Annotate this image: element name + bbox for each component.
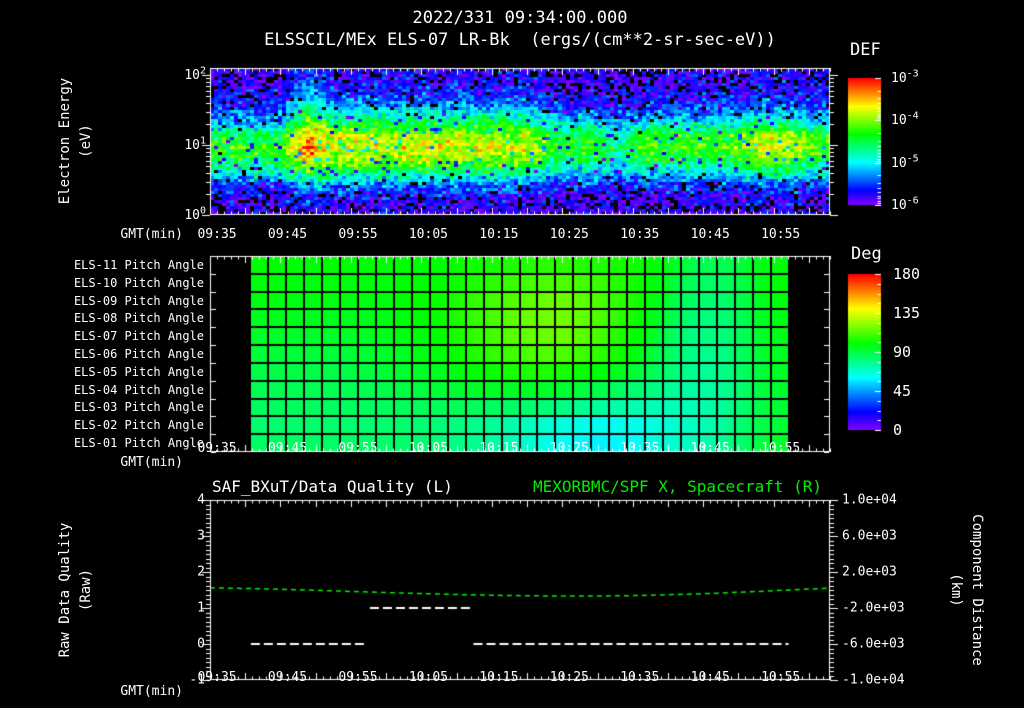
x-tick-label: 10:45 bbox=[690, 227, 730, 242]
pitch-row-label: ELS-01 Pitch Angle bbox=[73, 436, 204, 451]
x-tick-label: 10:05 bbox=[408, 441, 448, 456]
plot-screen: 2022/331 09:34:00.000 ELSSCIL/MEx ELS-07… bbox=[0, 0, 1024, 708]
energy-axis-label-line2: (eV) bbox=[78, 124, 94, 158]
x-tick-label: 09:45 bbox=[267, 227, 308, 242]
def-tick-label: 10-4 bbox=[891, 110, 919, 129]
page-subtitle: ELSSCIL/MEx ELS-07 LR-Bk (ergs/(cm**2-sr… bbox=[264, 30, 776, 50]
distance-tick-label: -2.0e+03 bbox=[842, 600, 905, 616]
deg-tick-label: 135 bbox=[893, 304, 921, 322]
distance-axis-label-line1: Component Distance bbox=[969, 514, 985, 666]
quality-axis-label-line1: Raw Data Quality bbox=[57, 522, 73, 658]
x-tick-label: 10:25 bbox=[549, 670, 589, 685]
timeseries-title-left: SAF_BXuT/Data Quality (L) bbox=[212, 477, 453, 496]
quality-tick-label: 1 bbox=[197, 600, 205, 616]
quality-tick-label: 2 bbox=[197, 564, 205, 580]
x-tick-label: 09:45 bbox=[267, 441, 308, 456]
distance-tick-label: 2.0e+03 bbox=[842, 564, 897, 580]
x-tick-label: 10:15 bbox=[479, 441, 519, 456]
distance-tick-label: -1.0e+04 bbox=[842, 672, 905, 688]
quality-tick-label: 4 bbox=[197, 492, 205, 508]
pitch-row-label: ELS-04 Pitch Angle bbox=[73, 382, 204, 397]
x-tick-label: 09:55 bbox=[338, 441, 378, 456]
x-tick-label: 09:45 bbox=[267, 670, 308, 685]
energy-axis-label-line1: Electron Energy bbox=[57, 77, 73, 205]
x-tick-label: 10:05 bbox=[408, 227, 448, 242]
quality-tick-label: 3 bbox=[197, 528, 205, 544]
x-tick-label: 10:15 bbox=[479, 670, 519, 685]
def-tick-label: 10-5 bbox=[891, 153, 919, 171]
x-tick-label: 10:35 bbox=[620, 441, 660, 456]
colorbar-def-title: DEF bbox=[850, 40, 881, 60]
energy-tick-label: 100 bbox=[184, 205, 206, 223]
energy-axis-label: Electron Energy (eV) bbox=[55, 78, 97, 204]
energy-tick-label: 101 bbox=[184, 135, 206, 153]
pitch-row-label: ELS-11 Pitch Angle bbox=[73, 257, 204, 272]
x-tick-label: 10:45 bbox=[690, 670, 730, 685]
x-tick-label: 10:35 bbox=[620, 670, 660, 685]
colorbar-deg-title: Deg bbox=[851, 244, 882, 264]
x-tick-label: 09:55 bbox=[338, 670, 378, 685]
quality-axis-label: Raw Data Quality (Raw) bbox=[55, 523, 97, 658]
distance-tick-label: -6.0e+03 bbox=[842, 636, 905, 652]
deg-tick-label: 90 bbox=[893, 343, 912, 361]
x-tick-label: 10:05 bbox=[408, 670, 448, 685]
deg-tick-label: 180 bbox=[893, 265, 921, 283]
pitch-row-label: ELS-08 Pitch Angle bbox=[73, 311, 204, 326]
x-tick-label: 10:55 bbox=[761, 441, 801, 456]
x-tick-label: 09:35 bbox=[197, 227, 237, 242]
x-tick-label: 10:35 bbox=[620, 227, 660, 242]
pitch-row-label: ELS-10 Pitch Angle bbox=[73, 275, 204, 290]
pitch-row-label: ELS-05 Pitch Angle bbox=[73, 364, 204, 379]
def-tick-label: 10-3 bbox=[891, 68, 919, 86]
quality-axis-label-line2: (Raw) bbox=[78, 568, 94, 612]
pitch-row-label: ELS-06 Pitch Angle bbox=[73, 347, 204, 361]
x-tick-label: 10:45 bbox=[690, 441, 730, 456]
x-tick-label: 10:55 bbox=[761, 670, 801, 685]
pitch-row-label: ELS-03 Pitch Angle bbox=[73, 400, 204, 415]
timeseries-title-right: MEXORBMC/SPF X, Spacecraft (R) bbox=[533, 477, 822, 496]
energy-tick-label: 102 bbox=[184, 65, 206, 83]
quality-tick-label: 0 bbox=[197, 636, 205, 652]
pitch-row-label: ELS-07 Pitch Angle bbox=[73, 329, 204, 344]
distance-tick-label: 6.0e+03 bbox=[842, 528, 897, 544]
x-tick-label: 09:55 bbox=[338, 227, 378, 242]
x-tick-label: 10:25 bbox=[549, 227, 589, 242]
distance-axis-label: Component Distance (km) bbox=[945, 514, 987, 666]
distance-tick-label: 1.0e+04 bbox=[842, 492, 897, 508]
x-tick-label: 10:15 bbox=[479, 227, 519, 242]
page-title: 2022/331 09:34:00.000 bbox=[412, 8, 628, 28]
pitch-row-label: ELS-02 Pitch Angle bbox=[73, 418, 204, 433]
quality-tick-label: -1 bbox=[189, 672, 205, 688]
def-tick-label: 10-6 bbox=[891, 195, 919, 213]
x-tick-label: 10:25 bbox=[549, 441, 589, 456]
pitch-row-label: ELS-09 Pitch Angle bbox=[73, 293, 204, 308]
gmt-axis-label-middle: GMT(min) bbox=[120, 455, 183, 470]
deg-tick-label: 0 bbox=[893, 421, 903, 439]
x-tick-label: 10:55 bbox=[761, 227, 801, 242]
distance-axis-label-line2: (km) bbox=[948, 573, 964, 607]
gmt-axis-label-top: GMT(min) bbox=[120, 227, 183, 242]
deg-tick-label: 45 bbox=[893, 382, 912, 400]
